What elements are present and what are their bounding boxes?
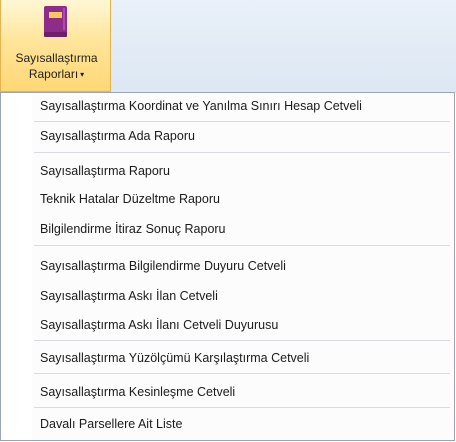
menu-separator bbox=[34, 407, 450, 408]
ribbon-label-line1: Sayısallaştırma bbox=[15, 51, 98, 65]
menu-item-announcement-chart[interactable]: Sayısallaştırma Bilgilendirme Duyuru Cet… bbox=[40, 258, 286, 274]
menu-item-digitization-report[interactable]: Sayısallaştırma Raporu bbox=[40, 163, 170, 179]
menu-separator bbox=[34, 121, 450, 122]
ribbon-button-label: Sayısallaştırma Raporları ▾ bbox=[1, 50, 112, 83]
menu-item-block-report[interactable]: Sayısallaştırma Ada Raporu bbox=[40, 128, 195, 144]
chevron-down-icon: ▾ bbox=[80, 70, 85, 79]
ribbon-label-line2: Raporları bbox=[28, 67, 79, 81]
menu-item-objection-result-report[interactable]: Bilgilendirme İtiraz Sonuç Raporu bbox=[40, 221, 226, 237]
menu-item-technical-error-report[interactable]: Teknik Hatalar Düzeltme Raporu bbox=[40, 191, 220, 207]
menu-item-posting-chart-notice[interactable]: Sayısallaştırma Askı İlanı Cetveli Duyur… bbox=[40, 317, 278, 333]
menu-icon-gutter bbox=[1, 93, 32, 440]
menu-item-disputed-parcels-list[interactable]: Davalı Parsellere Ait Liste bbox=[40, 416, 182, 432]
menu-separator bbox=[34, 152, 450, 153]
menu-separator bbox=[34, 340, 450, 341]
report-book-icon bbox=[44, 6, 67, 37]
menu-item-finalization-chart[interactable]: Sayısallaştırma Kesinleşme Cetveli bbox=[40, 384, 235, 400]
menu-separator bbox=[34, 245, 450, 246]
menu-item-posting-chart[interactable]: Sayısallaştırma Askı İlan Cetveli bbox=[40, 288, 218, 304]
menu-separator bbox=[34, 373, 450, 374]
reports-dropdown-menu: Sayısallaştırma Koordinat ve Yanılma Sın… bbox=[0, 92, 455, 441]
menu-item-area-comparison-chart[interactable]: Sayısallaştırma Yüzölçümü Karşılaştırma … bbox=[40, 350, 309, 366]
digitization-reports-button[interactable]: Sayısallaştırma Raporları ▾ bbox=[0, 0, 111, 92]
menu-item-coordinate-error-limit-chart[interactable]: Sayısallaştırma Koordinat ve Yanılma Sın… bbox=[40, 98, 362, 114]
